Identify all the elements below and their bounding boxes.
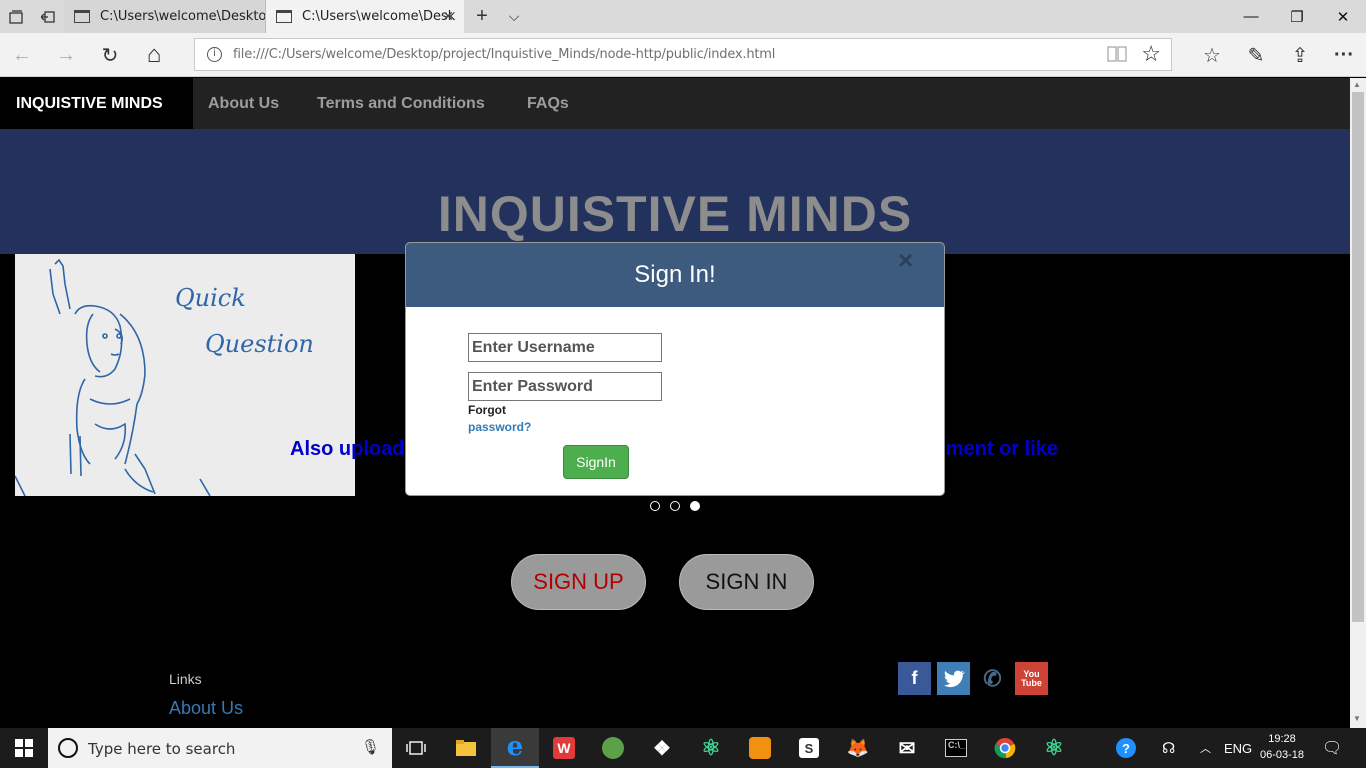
carousel-dot-1[interactable] xyxy=(650,501,660,511)
username-input[interactable] xyxy=(468,333,662,362)
mail-icon[interactable]: ✉ xyxy=(883,728,931,768)
taskbar-search-box[interactable]: Type here to search 🎙 xyxy=(48,728,392,768)
wps-office-icon[interactable]: W xyxy=(540,728,588,768)
sublime-icon[interactable] xyxy=(736,728,784,768)
home-button[interactable]: ⌂ xyxy=(132,33,176,77)
evernote-icon[interactable] xyxy=(589,728,637,768)
scroll-down-arrow-icon[interactable]: ▼ xyxy=(1353,714,1361,723)
sign-in-modal: Sign In! × Forgot password? SignIn xyxy=(405,242,945,496)
password-input[interactable] xyxy=(468,372,662,401)
file-explorer-icon[interactable] xyxy=(442,728,490,768)
page-scrollbar[interactable]: ▲ ▼ xyxy=(1350,78,1366,728)
microphone-icon[interactable]: 🎙 xyxy=(361,738,380,756)
windows-start-icon[interactable] xyxy=(0,728,48,768)
modal-close-icon[interactable]: × xyxy=(898,245,913,276)
web-page: INQUISTIVE MINDS About Us Terms and Cond… xyxy=(0,78,1350,728)
browser-toolbar: ← → ↻ ⌂ i file:///C:/Users/welcome/Deskt… xyxy=(0,33,1366,77)
tab-1-title: C:\Users\welcome\Desktop\ xyxy=(100,9,266,24)
tab-2[interactable]: C:\Users\welcome\Desk ✕ xyxy=(266,0,464,33)
language-indicator[interactable]: ENG xyxy=(1224,728,1252,768)
gimp-icon[interactable]: 🦊 xyxy=(834,728,882,768)
windows-taskbar: Type here to search 🎙 e W ❖ ⚛ S 🦊 ✉ C:\_… xyxy=(0,728,1366,768)
close-tab-icon[interactable]: ✕ xyxy=(442,9,454,25)
taskbar-search-placeholder: Type here to search xyxy=(88,740,236,758)
footer-links-heading: Links xyxy=(169,671,202,687)
help-icon[interactable]: ? xyxy=(1116,728,1136,768)
nav-faqs[interactable]: FAQs xyxy=(527,78,569,129)
hero-title: INQUISTIVE MINDS xyxy=(437,186,913,242)
forgot-label: Forgot xyxy=(468,403,506,417)
carousel-caption-left: Also upload xyxy=(290,438,405,460)
modal-header: Sign In! × xyxy=(406,243,944,307)
favorites-hub-icon[interactable]: ☆ xyxy=(1190,33,1234,77)
tab-manager-icon[interactable] xyxy=(0,0,32,33)
refresh-button[interactable]: ↻ xyxy=(88,33,132,77)
site-info-icon[interactable]: i xyxy=(207,47,222,62)
site-navbar: INQUISTIVE MINDS About Us Terms and Cond… xyxy=(0,78,1350,129)
carousel-indicators xyxy=(650,501,700,511)
restore-button[interactable]: ❐ xyxy=(1274,0,1320,33)
footer-about-us-link[interactable]: About Us xyxy=(169,698,243,719)
sign-up-button[interactable]: SIGN UP xyxy=(511,554,646,610)
modal-title: Sign In! xyxy=(634,261,716,288)
url-text[interactable]: file:///C:/Users/welcome/Desktop/project… xyxy=(233,47,775,62)
tab-1[interactable]: C:\Users\welcome\Desktop\ xyxy=(64,0,266,33)
slide-image-text-question: Question xyxy=(205,330,314,358)
carousel-dot-3[interactable] xyxy=(690,501,700,511)
page-icon xyxy=(276,10,292,23)
slide-image-text-quick: Quick xyxy=(175,284,246,312)
task-view-icon[interactable] xyxy=(392,728,440,768)
clock-time: 19:28 xyxy=(1268,733,1296,745)
scroll-up-arrow-icon[interactable]: ▲ xyxy=(1353,80,1361,89)
back-button[interactable]: ← xyxy=(0,33,44,77)
new-tab-button[interactable]: + xyxy=(466,0,498,33)
edge-browser-icon[interactable]: e xyxy=(491,728,539,768)
facebook-icon[interactable]: f xyxy=(898,662,931,695)
cortana-icon xyxy=(58,738,78,758)
reading-view-icon[interactable] xyxy=(1107,45,1127,65)
tab-2-title: C:\Users\welcome\Desk xyxy=(302,9,456,24)
modal-signin-button[interactable]: SignIn xyxy=(563,445,629,479)
page-icon xyxy=(74,10,90,23)
hero-banner: INQUISTIVE MINDS xyxy=(0,129,1350,254)
taskbar-clock[interactable]: 19:28 06-03-18 xyxy=(1254,731,1310,763)
chrome-icon[interactable] xyxy=(981,728,1029,768)
tab-list-chevron-icon[interactable]: ⌵ xyxy=(498,0,530,33)
nav-about-us[interactable]: About Us xyxy=(208,78,279,129)
show-hidden-icons-chevron-icon[interactable]: ︿ xyxy=(1200,728,1211,768)
atom-icon-2[interactable]: ⚛ xyxy=(1030,728,1078,768)
set-aside-tabs-icon[interactable] xyxy=(32,0,64,33)
dropbox-icon[interactable]: ❖ xyxy=(638,728,686,768)
forward-button[interactable]: → xyxy=(44,33,88,77)
close-window-button[interactable]: ✕ xyxy=(1320,0,1366,33)
carousel-caption-right: ment or like xyxy=(945,438,1058,460)
whatsapp-icon[interactable]: ✆ xyxy=(976,662,1009,695)
add-favorite-star-icon[interactable]: ☆ xyxy=(1141,41,1161,67)
slack-icon[interactable]: S xyxy=(785,728,833,768)
atom-icon[interactable]: ⚛ xyxy=(687,728,735,768)
twitter-icon[interactable] xyxy=(937,662,970,695)
nav-terms[interactable]: Terms and Conditions xyxy=(317,78,485,129)
people-icon[interactable]: ☊ xyxy=(1162,728,1175,768)
forgot-password-link[interactable]: password? xyxy=(468,420,531,434)
web-note-pen-icon[interactable]: ✎ xyxy=(1234,33,1278,77)
command-prompt-icon[interactable]: C:\_ xyxy=(932,728,980,768)
clock-date: 06-03-18 xyxy=(1259,749,1305,761)
carousel-dot-2[interactable] xyxy=(670,501,680,511)
more-menu-icon[interactable]: ··· xyxy=(1322,33,1366,77)
sign-in-button[interactable]: SIGN IN xyxy=(679,554,814,610)
minimize-button[interactable]: — xyxy=(1228,0,1274,33)
scrollbar-thumb[interactable] xyxy=(1352,92,1364,622)
youtube-icon[interactable]: You Tube xyxy=(1015,662,1048,695)
browser-tab-bar: C:\Users\welcome\Desktop\ C:\Users\welco… xyxy=(0,0,1366,33)
share-icon[interactable]: ⇪ xyxy=(1278,33,1322,77)
address-bar[interactable]: i file:///C:/Users/welcome/Desktop/proje… xyxy=(194,38,1172,71)
action-center-icon[interactable]: 🗨 xyxy=(1322,728,1342,768)
site-brand-link[interactable]: INQUISTIVE MINDS xyxy=(0,78,193,129)
